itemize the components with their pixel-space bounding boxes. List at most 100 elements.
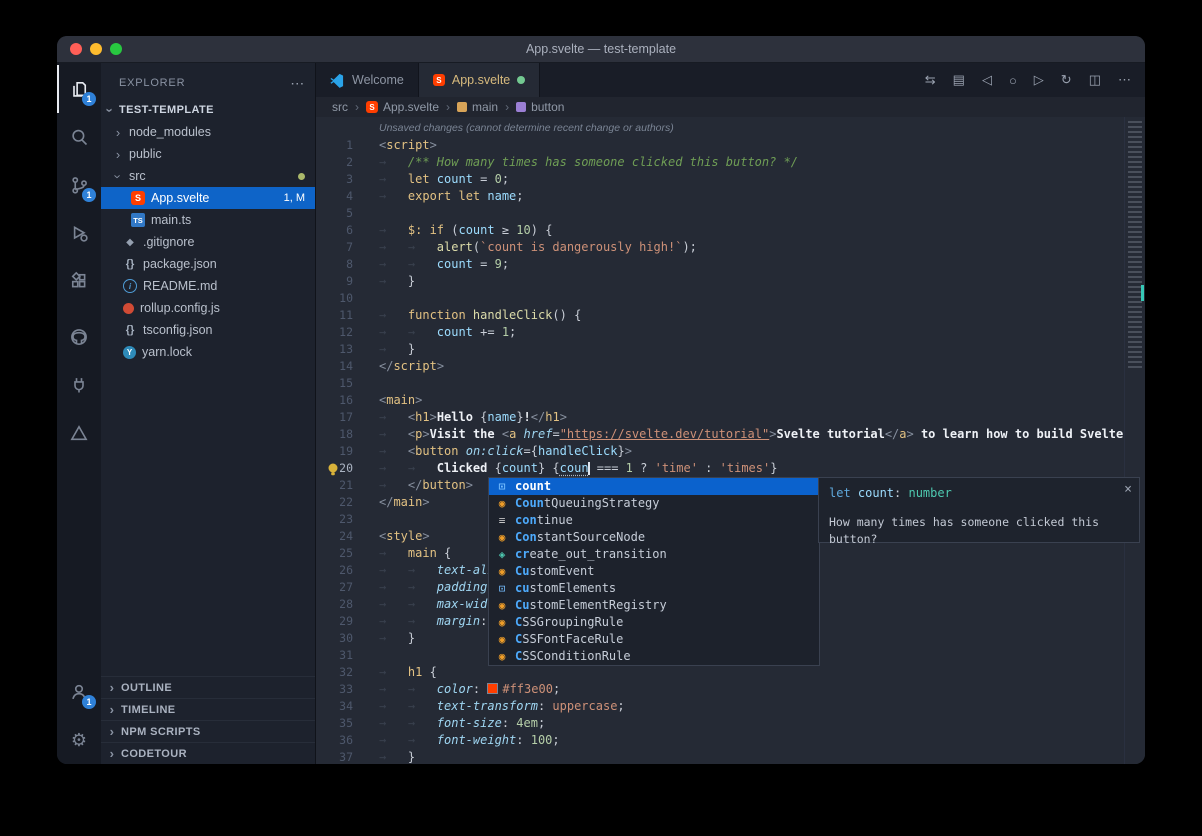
activity-remote-plug-icon[interactable]	[57, 361, 101, 409]
code-editor[interactable]: Unsaved changes (cannot determine recent…	[316, 117, 1145, 764]
minimize-window-button[interactable]	[90, 43, 102, 55]
code-line[interactable]: 16<main>	[316, 392, 1145, 409]
code-line[interactable]: 20→→Clicked {count} {coun === 1 ? 'time'…	[316, 460, 1145, 477]
titlebar: App.svelte — test-template	[57, 36, 1145, 63]
code-line[interactable]: 9→}	[316, 273, 1145, 290]
sidebar-section-timeline[interactable]: ›TIMELINE	[101, 698, 315, 720]
suggest-item-count[interactable]: ⊡count	[489, 478, 819, 495]
suggest-item-customevent[interactable]: ◉CustomEvent	[489, 563, 819, 580]
suggest-item-create_out_transition[interactable]: ◈create_out_transition	[489, 546, 819, 563]
previous-change-icon[interactable]: ◁	[982, 72, 992, 88]
explorer-item-app-svelte[interactable]: SApp.svelte1, M	[101, 187, 315, 209]
sidebar-section-outline[interactable]: ›OUTLINE	[101, 676, 315, 698]
accounts-icon[interactable]: 1	[57, 668, 101, 716]
breadcrumb-src[interactable]: src	[332, 100, 348, 114]
explorer-item-yarn-lock[interactable]: Yyarn.lock	[101, 341, 315, 363]
code-line[interactable]: 36→→font-weight: 100;	[316, 732, 1145, 749]
explorer-item-readme-md[interactable]: iREADME.md	[101, 275, 315, 297]
code-line[interactable]: 12→→count += 1;	[316, 324, 1145, 341]
settings-gear-icon[interactable]: ⚙	[57, 716, 101, 764]
line-number: 29	[316, 613, 353, 630]
gutter-indicator-icon[interactable]: ○	[1009, 73, 1017, 88]
close-window-button[interactable]	[70, 43, 82, 55]
activity-explorer-icon[interactable]: 1	[57, 65, 101, 113]
explorer-item-src[interactable]: ›src	[101, 165, 315, 187]
code-line[interactable]: 5	[316, 205, 1145, 222]
tab-app-svelte[interactable]: S App.svelte	[419, 63, 540, 97]
code-line[interactable]: 6→$: if (count ≥ 10) {	[316, 222, 1145, 239]
file-annotations-icon[interactable]: ▤	[953, 72, 965, 88]
close-icon[interactable]: ×	[1124, 481, 1132, 498]
code-line[interactable]: 17→<h1>Hello {name}!</h1>	[316, 409, 1145, 426]
file-history-icon[interactable]: ↻	[1061, 72, 1072, 88]
code-line[interactable]: 1<script>	[316, 137, 1145, 154]
workspace-section-header[interactable]: › TEST-TEMPLATE	[101, 99, 315, 121]
code-line[interactable]: 35→→font-size: 4em;	[316, 715, 1145, 732]
lightbulb-icon[interactable]	[326, 462, 340, 477]
explorer-item-tsconfig-json[interactable]: {}tsconfig.json	[101, 319, 315, 341]
activity-github-icon[interactable]	[57, 313, 101, 361]
code-text: →→alert(`count is dangerously high!`);	[353, 239, 697, 256]
code-line[interactable]: 7→→alert(`count is dangerously high!`);	[316, 239, 1145, 256]
suggest-label: count	[515, 478, 551, 495]
activity-bar: 1 1	[57, 63, 101, 764]
more-actions-icon[interactable]: ⋯	[1118, 72, 1131, 88]
code-line[interactable]: 32→h1 {	[316, 664, 1145, 681]
suggest-item-cssfontfacerule[interactable]: ◉CSSFontFaceRule	[489, 631, 819, 648]
code-line[interactable]: 3→let count = 0;	[316, 171, 1145, 188]
code-line[interactable]: 13→}	[316, 341, 1145, 358]
sidebar-section-npm-scripts[interactable]: ›NPM SCRIPTS	[101, 720, 315, 742]
open-changes-icon[interactable]: ⇆	[925, 72, 936, 88]
code-line[interactable]: 18→<p>Visit the <a href="https://svelte.…	[316, 426, 1145, 443]
explorer-item-main-ts[interactable]: TSmain.ts	[101, 209, 315, 231]
split-editor-icon[interactable]: ◫	[1089, 72, 1101, 88]
code-line[interactable]: 34→→text-transform: uppercase;	[316, 698, 1145, 715]
line-number: 7	[316, 239, 353, 256]
code-line[interactable]: 2→/** How many times has someone clicked…	[316, 154, 1145, 171]
suggest-item-customelementregistry[interactable]: ◉CustomElementRegistry	[489, 597, 819, 614]
explorer-item-package-json[interactable]: {}package.json	[101, 253, 315, 275]
unsaved-dot-icon[interactable]	[517, 76, 525, 84]
line-number: 26	[316, 562, 353, 579]
code-line[interactable]: 4→export let name;	[316, 188, 1145, 205]
explorer-more-actions-icon[interactable]: ⋯	[290, 75, 305, 92]
suggest-label: CSSConditionRule	[515, 648, 631, 665]
suggest-item-customelements[interactable]: ⊡customElements	[489, 580, 819, 597]
breadcrumb-file[interactable]: SApp.svelte	[366, 100, 439, 114]
suggest-item-cssgroupingrule[interactable]: ◉CSSGroupingRule	[489, 614, 819, 631]
activity-extensions-icon[interactable]	[57, 257, 101, 305]
explorer-item--gitignore[interactable]: ◆.gitignore	[101, 231, 315, 253]
code-text: →}	[353, 273, 415, 290]
code-text: →→text-transform: uppercase;	[353, 698, 625, 715]
code-line[interactable]: 11→function handleClick() {	[316, 307, 1145, 324]
explorer-item-rollup-config-js[interactable]: rollup.config.js	[101, 297, 315, 319]
tab-welcome[interactable]: Welcome	[316, 63, 419, 97]
code-text: →function handleClick() {	[353, 307, 581, 324]
code-text	[353, 375, 379, 392]
next-change-icon[interactable]: ▷	[1034, 72, 1044, 88]
activity-source-control-icon[interactable]: 1	[57, 161, 101, 209]
activity-search-icon[interactable]	[57, 113, 101, 161]
breadcrumb-symbol-main[interactable]: main	[457, 100, 498, 114]
code-line[interactable]: 37→}	[316, 749, 1145, 764]
suggest-item-countqueuingstrategy[interactable]: ◉CountQueuingStrategy	[489, 495, 819, 512]
suggest-item-continue[interactable]: ≡continue	[489, 512, 819, 529]
breadcrumb-symbol-button[interactable]: button	[516, 100, 564, 114]
line-number: 16	[316, 392, 353, 409]
explorer-item-public[interactable]: ›public	[101, 143, 315, 165]
zoom-window-button[interactable]	[110, 43, 122, 55]
sidebar-section-codetour[interactable]: ›CODETOUR	[101, 742, 315, 764]
code-line[interactable]: 8→→count = 9;	[316, 256, 1145, 273]
code-line[interactable]: 10	[316, 290, 1145, 307]
code-line[interactable]: 14</script>	[316, 358, 1145, 375]
minimap[interactable]	[1124, 117, 1145, 764]
code-line[interactable]: 33→→color: #ff3e00;	[316, 681, 1145, 698]
suggest-item-cssconditionrule[interactable]: ◉CSSConditionRule	[489, 648, 819, 665]
line-number: 34	[316, 698, 353, 715]
suggest-item-constantsourcenode[interactable]: ◉ConstantSourceNode	[489, 529, 819, 546]
activity-codetour-icon[interactable]	[57, 409, 101, 457]
code-line[interactable]: 19→<button on:click={handleClick}>	[316, 443, 1145, 460]
code-line[interactable]: 15	[316, 375, 1145, 392]
activity-run-debug-icon[interactable]	[57, 209, 101, 257]
explorer-item-node-modules[interactable]: ›node_modules	[101, 121, 315, 143]
